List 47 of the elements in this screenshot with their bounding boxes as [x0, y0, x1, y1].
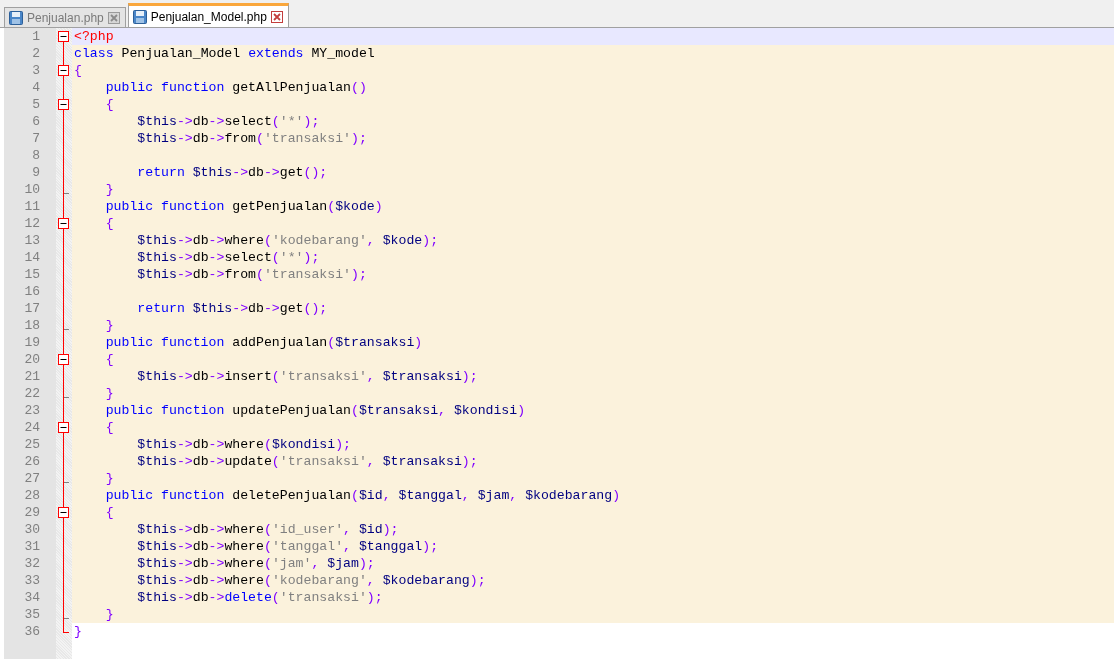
line-number: 21 — [23, 368, 41, 385]
file-tab[interactable]: Penjualan_Model.php — [127, 3, 289, 27]
line-number: 27 — [23, 470, 41, 487]
line-number: 2 — [31, 45, 41, 62]
line-number: 1 — [31, 28, 41, 45]
line-number: 10 — [23, 181, 41, 198]
line-number: 9 — [31, 164, 41, 181]
line-number: 7 — [31, 130, 41, 147]
line-number: 32 — [23, 555, 41, 572]
line-number: 30 — [23, 521, 41, 538]
file-tab[interactable]: Penjualan.php — [4, 7, 126, 27]
line-number: 18 — [23, 317, 41, 334]
line-number: 15 — [23, 266, 41, 283]
collapse-icon[interactable] — [58, 99, 69, 110]
line-number: 22 — [23, 385, 41, 402]
line-number: 28 — [23, 487, 41, 504]
collapse-icon[interactable] — [58, 422, 69, 433]
line-number: 23 — [23, 402, 41, 419]
line-number: 14 — [23, 249, 41, 266]
line-number: 25 — [23, 436, 41, 453]
line-number: 5 — [31, 96, 41, 113]
line-number: 4 — [31, 79, 41, 96]
collapse-icon[interactable] — [58, 31, 69, 42]
line-number: 3 — [31, 62, 41, 79]
collapse-icon[interactable] — [58, 65, 69, 76]
close-icon[interactable] — [270, 10, 283, 23]
collapse-icon[interactable] — [58, 507, 69, 518]
line-number: 34 — [23, 589, 41, 606]
collapse-icon[interactable] — [58, 354, 69, 365]
line-number: 31 — [23, 538, 41, 555]
line-number: 16 — [23, 283, 41, 300]
collapse-icon[interactable] — [58, 218, 69, 229]
line-number: 35 — [23, 606, 41, 623]
line-number: 8 — [31, 147, 41, 164]
line-number: 29 — [23, 504, 41, 521]
line-number: 20 — [23, 351, 41, 368]
close-icon[interactable] — [107, 11, 120, 24]
line-number: 11 — [23, 198, 41, 215]
line-number: 13 — [23, 232, 41, 249]
line-number: 19 — [23, 334, 41, 351]
line-number: 17 — [23, 300, 41, 317]
line-number: 24 — [23, 419, 41, 436]
line-number: 26 — [23, 453, 41, 470]
line-number: 6 — [31, 113, 41, 130]
line-number: 12 — [23, 215, 41, 232]
line-number: 36 — [23, 623, 41, 640]
line-number: 33 — [23, 572, 41, 589]
